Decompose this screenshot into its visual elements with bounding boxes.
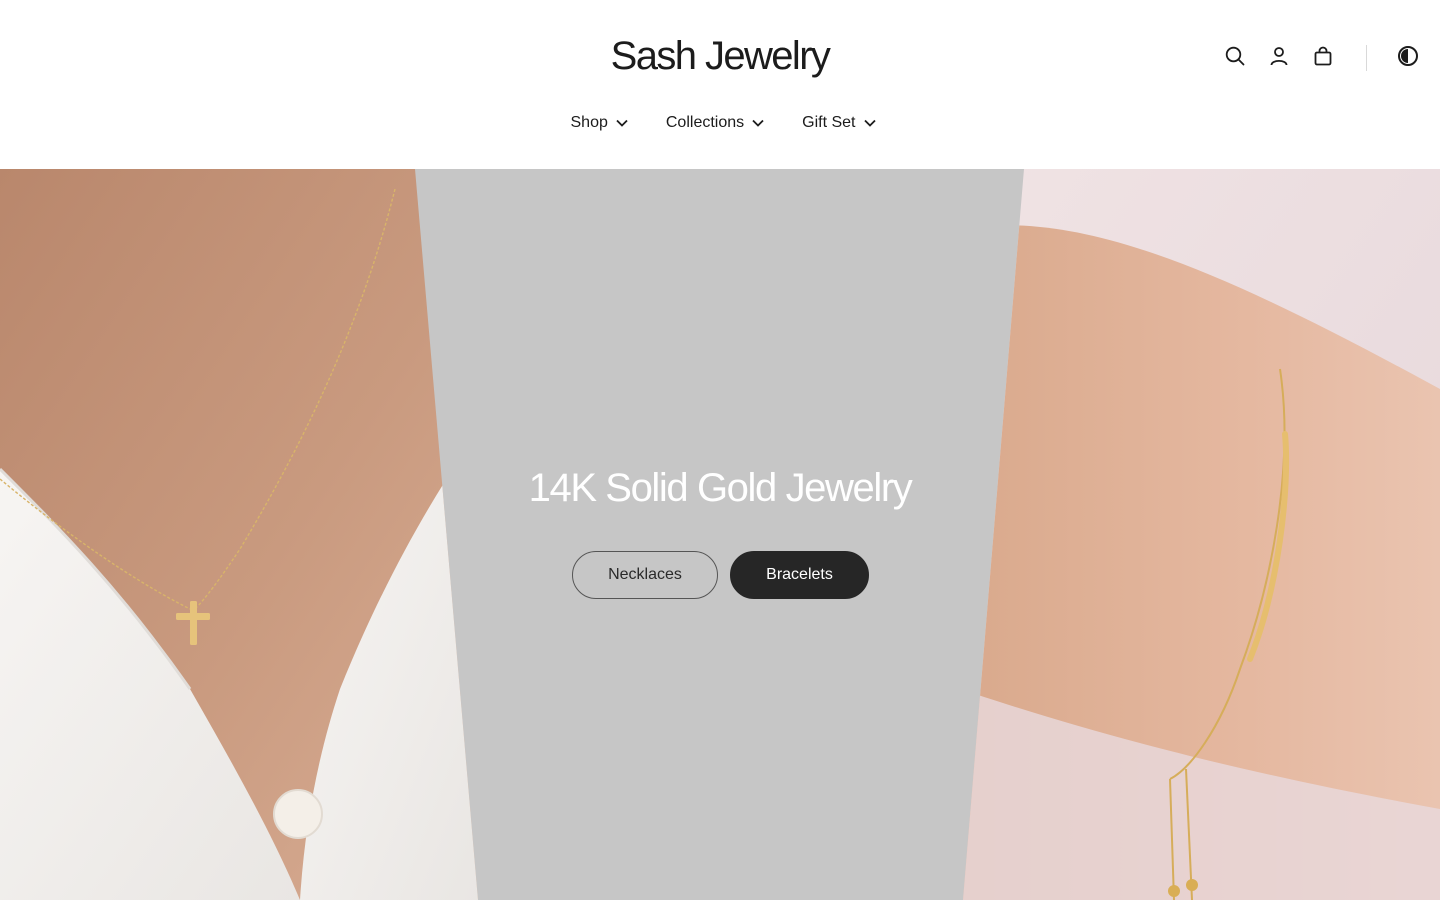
cart-button[interactable] xyxy=(1308,44,1338,72)
theme-toggle-button[interactable] xyxy=(1393,44,1423,72)
nav-item-shop[interactable]: Shop xyxy=(571,108,628,138)
chevron-down-icon xyxy=(752,119,764,127)
chevron-down-icon xyxy=(616,119,628,127)
search-icon xyxy=(1225,46,1245,71)
nav-item-gift-set[interactable]: Gift Set xyxy=(802,108,876,138)
theme-toggle-icon xyxy=(1397,45,1419,72)
account-icon xyxy=(1269,46,1289,71)
hero-buttons: Necklaces Bracelets xyxy=(572,551,869,599)
header-divider xyxy=(1366,45,1367,71)
nav-item-label: Gift Set xyxy=(802,114,856,131)
necklaces-button[interactable]: Necklaces xyxy=(572,551,718,599)
cart-icon xyxy=(1313,46,1333,71)
nav-item-label: Shop xyxy=(570,114,608,131)
account-button[interactable] xyxy=(1264,44,1294,72)
bracelet-photo[interactable] xyxy=(963,169,1440,900)
main-nav: Shop Collections Gift Set xyxy=(0,108,1440,138)
hero-banner: 14K Solid Gold Jewelry Necklaces Bracele… xyxy=(0,169,1440,900)
necklace-photo[interactable] xyxy=(0,169,478,900)
site-header: Sash Jewelry Shop Collections Gift Set xyxy=(0,0,1440,169)
chevron-down-icon xyxy=(863,119,876,127)
hero-title: 14K Solid Gold Jewelry xyxy=(528,466,913,510)
nav-item-collections[interactable]: Collections xyxy=(666,108,764,138)
bracelets-button[interactable]: Bracelets xyxy=(730,551,869,599)
nav-item-label: Collections xyxy=(665,114,745,131)
search-button[interactable] xyxy=(1220,44,1250,72)
header-icons xyxy=(1220,44,1423,72)
